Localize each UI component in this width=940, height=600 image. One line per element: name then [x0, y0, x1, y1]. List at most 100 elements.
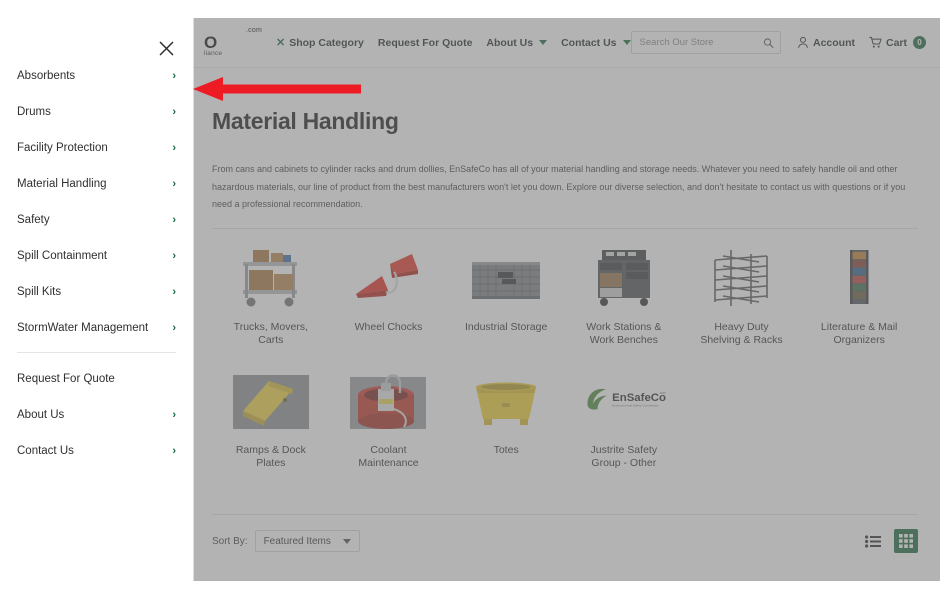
drawer-primary-list: Absorbents › Drums › Facility Protection…	[0, 18, 193, 463]
cart-icon	[869, 36, 882, 48]
drawer-item-label: StormWater Management	[17, 321, 149, 334]
drawer-item-label: About Us	[17, 408, 65, 421]
logo-mark: O	[204, 33, 217, 53]
list-view-icon	[865, 535, 881, 548]
drawer-item-label: Request For Quote	[17, 372, 115, 385]
nav-item-shop-category[interactable]: ✕ Shop Category	[276, 36, 364, 50]
category-grid: Trucks, Movers, Carts Wheel Chocks Indus…	[212, 239, 918, 481]
literature-rack-icon	[817, 245, 901, 313]
nav-label-shop-category: Shop Category	[289, 36, 364, 49]
category-label: Industrial Storage	[465, 320, 548, 333]
chevron-right-icon: ›	[172, 106, 176, 118]
close-icon	[159, 41, 173, 55]
dock-plate-icon	[229, 368, 313, 436]
wheel-chock-icon	[346, 245, 430, 313]
drawer-item-label: Spill Containment	[17, 249, 108, 262]
drawer-item-facility-protection[interactable]: Facility Protection ›	[0, 136, 193, 160]
nav-item-request-for-quote[interactable]: Request For Quote	[378, 37, 473, 49]
drawer-item-label: Contact Us	[17, 444, 74, 457]
drawer-item-safety[interactable]: Safety ›	[0, 208, 193, 232]
category-label: Totes	[493, 443, 519, 456]
nav-label-request-for-quote: Request For Quote	[377, 36, 473, 49]
drawer-item-about-us[interactable]: About Us ›	[0, 403, 193, 427]
search-input[interactable]	[631, 32, 780, 53]
category-label: Coolant Maintenance	[358, 443, 419, 469]
sort-by-value: Featured Items	[263, 535, 331, 547]
category-label: Ramps & Dock Plates	[235, 443, 306, 469]
drawer-item-drums[interactable]: Drums ›	[0, 100, 193, 124]
view-toggle-group	[861, 529, 918, 554]
drawer-item-spill-kits[interactable]: Spill Kits ›	[0, 280, 193, 304]
category-label: Justrite Safety Group - Other	[590, 443, 658, 469]
page-root: .com O liance ✕ Shop Category Request Fo…	[0, 0, 940, 600]
site-logo[interactable]: .com O liance	[204, 27, 262, 58]
grid-view-button[interactable]	[894, 529, 918, 554]
drawer-item-label: Facility Protection	[17, 141, 108, 154]
chevron-down-icon	[622, 40, 631, 45]
cart-link[interactable]: Cart 0	[869, 36, 926, 49]
chevron-down-icon	[342, 538, 351, 544]
category-card[interactable]: Coolant Maintenance	[330, 362, 448, 481]
divider	[212, 227, 918, 229]
utility-cart-icon	[229, 245, 313, 313]
drawer-item-label: Drums	[17, 105, 51, 118]
drawer-item-label: Spill Kits	[17, 285, 62, 298]
category-card[interactable]: Ramps & Dock Plates	[212, 362, 330, 481]
drawer-item-material-handling[interactable]: Material Handling ›	[0, 172, 193, 196]
chevron-right-icon: ›	[172, 409, 176, 421]
drawer-item-spill-containment[interactable]: Spill Containment ›	[0, 244, 193, 268]
site-header: .com O liance ✕ Shop Category Request Fo…	[190, 18, 940, 68]
main-navigation: ✕ Shop Category Request For Quote About …	[276, 36, 631, 49]
category-label: Heavy Duty Shelving & Racks	[700, 320, 783, 347]
cart-count-badge: 0	[913, 36, 926, 49]
drawer-close-button[interactable]	[156, 38, 176, 58]
grid-view-icon	[899, 534, 913, 549]
chevron-down-icon	[539, 40, 548, 45]
chevron-right-icon: ›	[172, 445, 176, 457]
category-label: Trucks, Movers, Carts	[233, 320, 308, 347]
category-card[interactable]: Wheel Chocks	[330, 239, 448, 358]
drawer-item-contact-us[interactable]: Contact Us ›	[0, 439, 193, 463]
category-card[interactable]: Trucks, Movers, Carts	[212, 239, 330, 358]
account-link[interactable]: Account	[797, 36, 855, 49]
svg-text:Environmental Safety Complianc: Environmental Safety Compliance	[612, 403, 659, 407]
cart-label: Cart	[885, 36, 907, 49]
drawer-item-request-for-quote[interactable]: Request For Quote	[0, 367, 193, 391]
category-card[interactable]: EnSafeCo .com Environmental Safety Compl…	[565, 362, 683, 481]
nav-label-about-us: About Us	[486, 36, 534, 49]
website-content: .com O liance ✕ Shop Category Request Fo…	[190, 18, 940, 581]
category-drawer: Absorbents › Drums › Facility Protection…	[0, 18, 194, 581]
category-label: Wheel Chocks	[354, 320, 423, 333]
category-card[interactable]: Heavy Duty Shelving & Racks	[683, 239, 801, 358]
close-x-icon: ✕	[276, 37, 286, 49]
nav-item-contact-us[interactable]: Contact Us	[561, 37, 631, 49]
ensafeco-logo-icon: EnSafeCo .com Environmental Safety Compl…	[582, 368, 666, 436]
category-label: Literature & Mail Organizers	[820, 320, 898, 347]
sort-by-group: Sort By: Featured Items	[212, 530, 360, 553]
search-box[interactable]	[630, 31, 781, 54]
page-description: From cans and cabinets to cylinder racks…	[212, 164, 906, 210]
category-card[interactable]: Totes	[447, 362, 565, 481]
chevron-right-icon: ›	[172, 322, 176, 334]
drawer-item-absorbents[interactable]: Absorbents ›	[0, 64, 193, 88]
nav-item-about-us[interactable]: About Us	[486, 36, 548, 49]
category-card[interactable]: Literature & Mail Organizers	[800, 239, 918, 358]
logo-bottom-text: liance	[204, 50, 223, 58]
chevron-right-icon: ›	[172, 250, 176, 262]
category-card[interactable]: Industrial Storage	[447, 239, 565, 358]
sort-toolbar: Sort By: Featured Items	[212, 514, 918, 554]
chevron-right-icon: ›	[172, 214, 176, 226]
chevron-right-icon: ›	[172, 286, 176, 298]
drawer-item-stormwater-management[interactable]: StormWater Management ›	[0, 316, 193, 340]
page-title: Material Handling	[212, 108, 399, 134]
list-view-button[interactable]	[861, 529, 885, 553]
workbench-icon	[582, 245, 666, 313]
category-label: Work Stations & Work Benches	[586, 320, 662, 347]
sort-by-select[interactable]: Featured Items	[254, 530, 360, 553]
page-content: Material Handling From cans and cabinets…	[190, 108, 940, 554]
coolant-drum-icon	[346, 368, 430, 436]
industrial-cabinet-icon	[464, 245, 548, 313]
category-card[interactable]: Work Stations & Work Benches	[565, 239, 683, 358]
search-icon	[763, 37, 774, 48]
chevron-right-icon: ›	[172, 70, 176, 82]
